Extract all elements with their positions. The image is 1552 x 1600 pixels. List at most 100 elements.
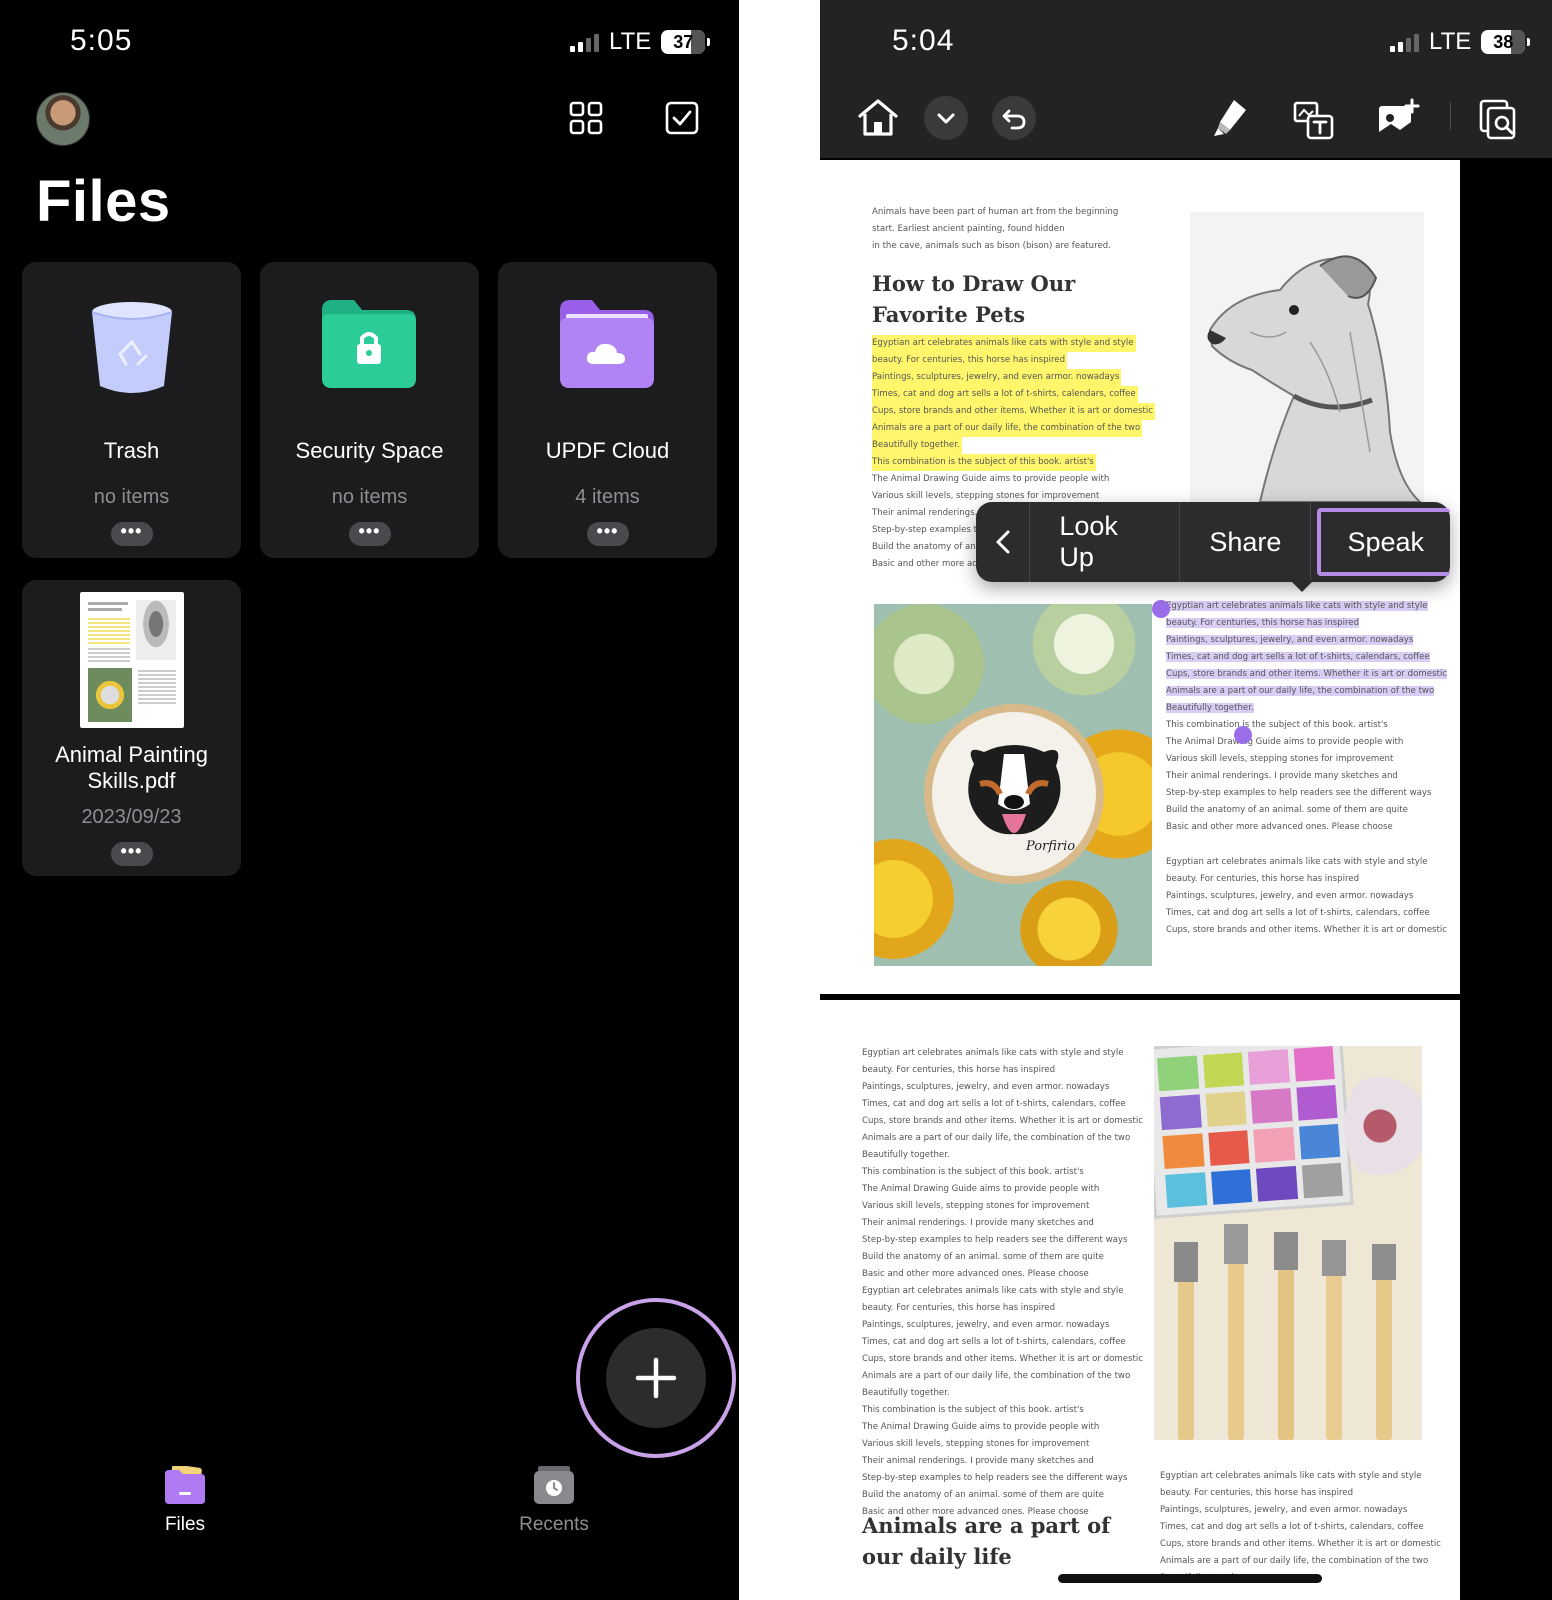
text-line: Paintings, sculptures, jewelry, and even… — [862, 1082, 1110, 1092]
tab-recents[interactable]: Recents — [512, 1466, 596, 1536]
text-line: Build the anatomy of an animal. some of … — [862, 1490, 1104, 1500]
text-line: Various skill levels, stepping stones fo… — [862, 1439, 1090, 1449]
context-menu-pointer — [1290, 580, 1314, 592]
folder-name: Trash — [103, 438, 160, 463]
text-line: Egyptian art celebrates animals like cat… — [862, 1286, 1124, 1296]
signal-icon — [570, 32, 599, 52]
more-options-button[interactable]: ••• — [586, 522, 629, 546]
text-line: Times, cat and dog art sells a lot of t-… — [862, 1337, 1126, 1347]
dropdown-button[interactable] — [924, 96, 968, 140]
menu-item-share[interactable]: Share — [1180, 502, 1312, 582]
text-line: This combination is the subject of this … — [862, 1167, 1084, 1177]
chevron-left-icon — [996, 530, 1010, 554]
folder-count: 4 items — [575, 486, 640, 508]
highlighter-icon[interactable] — [1210, 96, 1254, 140]
network-label: LTE — [1429, 28, 1472, 55]
status-indicators: LTE 38 — [1390, 28, 1531, 56]
file-name: Animal Painting Skills.pdf — [55, 742, 208, 793]
text-line: The Animal Drawing Guide aims to provide… — [862, 1184, 1100, 1194]
pdf-viewer-screen: 5:04 LTE 38 Animals have been part of hu… — [820, 0, 1552, 1600]
undo-icon — [1002, 109, 1026, 130]
body-paragraph: Egyptian art celebrates animals like cat… — [862, 1045, 1143, 1521]
selection-start-handle[interactable] — [1152, 600, 1170, 618]
files-screen: 5:05 LTE 37 Files Trash no items ••• Sec… — [0, 0, 739, 1600]
embroidery-dog-image: Porfirio — [874, 604, 1152, 966]
dog-sketch-image — [1190, 212, 1424, 502]
page-title: Files — [36, 169, 171, 234]
tab-files[interactable]: Files — [150, 1464, 220, 1536]
pdf-page-2: Egyptian art celebrates animals like cat… — [820, 1000, 1460, 1600]
trash-icon — [91, 302, 173, 393]
status-time: 5:05 — [70, 24, 133, 57]
text-line: This combination is the subject of this … — [862, 1405, 1084, 1415]
text-line: beauty. For centuries, this horse has in… — [862, 1065, 1056, 1075]
status-indicators: LTE 37 — [570, 28, 711, 56]
folder-card-trash[interactable]: Trash no items ••• — [22, 262, 241, 558]
recents-icon — [534, 1466, 574, 1504]
text-line: Their animal renderings. I provide many … — [862, 1456, 1094, 1466]
text-line: Beautifully together. — [862, 1388, 950, 1398]
status-time: 5:04 — [892, 24, 955, 57]
text-tool-icon[interactable] — [1292, 98, 1336, 142]
paint-palette-image — [1154, 1046, 1422, 1440]
text-line: Build the anatomy of an animal. some of … — [862, 1252, 1104, 1262]
undo-button[interactable] — [992, 96, 1036, 140]
embroidery-signature: Porfirio — [1025, 839, 1075, 854]
select-checkbox-icon[interactable] — [664, 100, 700, 136]
image-edit-icon[interactable] — [1376, 98, 1420, 142]
selected-text[interactable]: Egyptian art celebrates animals like cat… — [1166, 598, 1447, 717]
lock-folder-icon — [322, 300, 416, 388]
highlighted-paragraph[interactable]: Egyptian art celebrates animals like cat… — [872, 335, 1155, 471]
plus-icon — [635, 1357, 677, 1399]
network-label: LTE — [609, 28, 652, 55]
text-line: Step-by-step examples to help readers se… — [862, 1473, 1128, 1483]
text-line: beauty. For centuries, this horse has in… — [862, 1303, 1056, 1313]
folder-card-security-space[interactable]: Security Space no items ••• — [260, 262, 479, 558]
file-card-animal-painting[interactable]: Animal Painting Skills.pdf 2023/09/23 ••… — [22, 580, 241, 876]
chevron-down-icon — [937, 113, 955, 124]
section-heading: Animals are a part of our daily life — [862, 1513, 1111, 1569]
folder-count: no items — [331, 486, 408, 508]
body-paragraph: Egyptian art celebrates animals like cat… — [1166, 857, 1447, 935]
text-line: Egyptian art celebrates animals like cat… — [862, 1048, 1124, 1058]
context-menu: Look Up Share Speak — [976, 502, 1450, 582]
menu-item-speak[interactable]: Speak — [1317, 508, 1450, 576]
home-icon[interactable] — [856, 96, 900, 140]
text-line: Various skill levels, stepping stones fo… — [862, 1201, 1090, 1211]
add-button[interactable] — [606, 1328, 706, 1428]
signal-icon — [1390, 32, 1419, 52]
folder-name: Security Space — [295, 438, 444, 463]
document-title: How to Draw Our Favorite Pets — [872, 271, 1076, 327]
text-line: Their animal renderings. I provide many … — [862, 1218, 1094, 1228]
text-line: Animals are a part of our daily life, th… — [862, 1133, 1131, 1143]
files-icon — [165, 1464, 205, 1504]
text-line: Step-by-step examples to help readers se… — [862, 1235, 1128, 1245]
battery-icon: 38 — [1481, 30, 1531, 54]
folder-count: no items — [93, 486, 170, 508]
cloud-folder-icon — [560, 300, 654, 388]
text-line: The Animal Drawing Guide aims to provide… — [862, 1422, 1100, 1432]
menu-item-look-up[interactable]: Look Up — [1030, 502, 1181, 582]
body-paragraph: This combination is the subject of this … — [1166, 720, 1432, 832]
selection-end-handle[interactable] — [1234, 726, 1252, 744]
avatar[interactable] — [36, 92, 90, 146]
toolbar-divider — [1450, 102, 1451, 130]
text-line: Animals are a part of our daily life, th… — [862, 1371, 1131, 1381]
text-line: Basic and other more advanced ones. Plea… — [862, 1269, 1089, 1279]
text-line: Cups, store brands and other items. Whet… — [862, 1354, 1143, 1364]
folder-name: UPDF Cloud — [545, 438, 670, 463]
search-pages-icon[interactable] — [1478, 98, 1522, 142]
body-paragraph: Egyptian art celebrates animals like cat… — [1160, 1471, 1441, 1583]
text-line: Beautifully together. — [862, 1150, 950, 1160]
menu-back-button[interactable] — [976, 502, 1031, 582]
folder-card-updf-cloud[interactable]: UPDF Cloud 4 items ••• — [498, 262, 717, 558]
more-options-button[interactable]: ••• — [348, 522, 391, 546]
more-options-button[interactable]: ••• — [110, 522, 153, 546]
text-line: Cups, store brands and other items. Whet… — [862, 1116, 1143, 1126]
grid-view-icon[interactable] — [568, 100, 604, 136]
file-date: 2023/09/23 — [81, 806, 182, 828]
more-options-button[interactable]: ••• — [110, 842, 153, 866]
home-indicator — [1058, 1574, 1322, 1583]
text-line: Times, cat and dog art sells a lot of t-… — [862, 1099, 1126, 1109]
intro-paragraph: Animals have been part of human art from… — [872, 207, 1119, 251]
